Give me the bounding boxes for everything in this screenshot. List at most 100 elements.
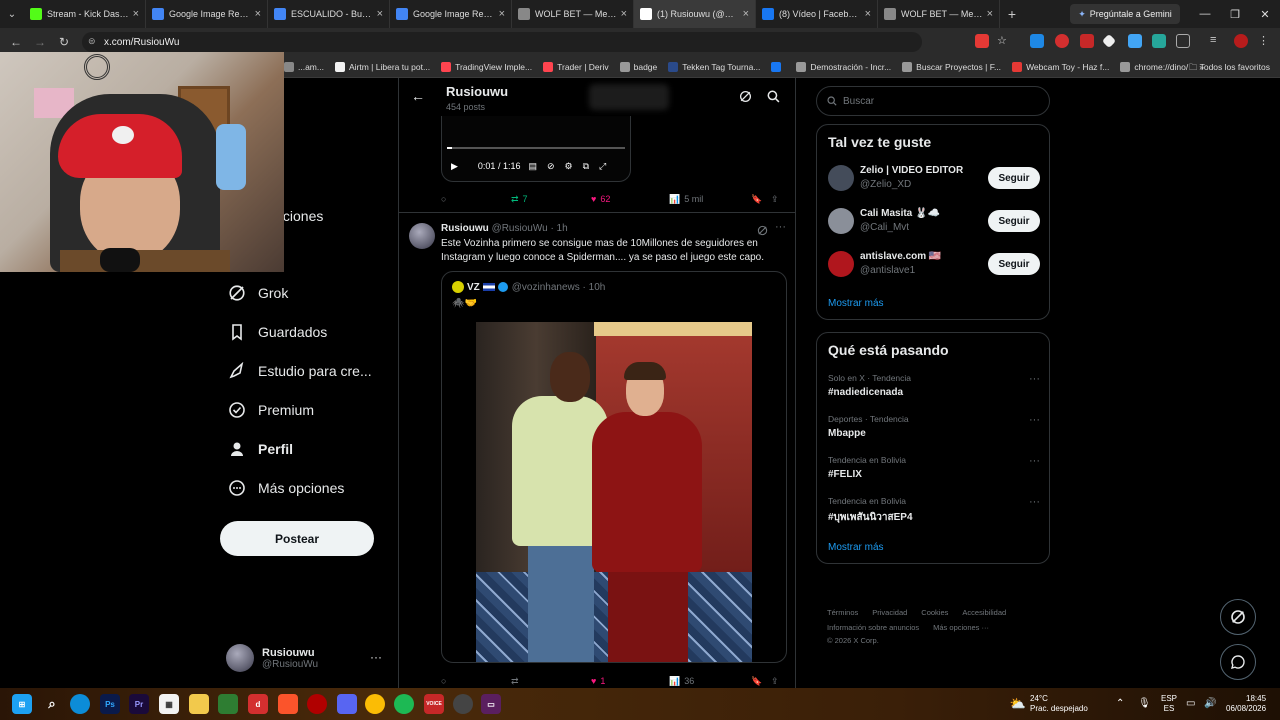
follow-button[interactable]: Seguir (988, 210, 1040, 232)
extension-icon[interactable] (1152, 34, 1166, 48)
nav-item[interactable]: Premium (220, 392, 314, 428)
voicemeeter-icon[interactable]: VOICE (424, 694, 444, 714)
footer-link[interactable]: Más opciones ··· (933, 623, 989, 632)
weather-widget[interactable]: 24°C Prac. despejado (1030, 688, 1088, 720)
back-button[interactable]: ← (4, 35, 28, 49)
quote-author-name[interactable]: VZ (467, 282, 480, 293)
browser-menu-icon[interactable]: ⋮ (1258, 34, 1272, 48)
more-icon[interactable]: ··· (370, 650, 382, 664)
author-handle[interactable]: @RusiouWu (492, 223, 548, 234)
browser-tab[interactable]: Google Image Result × (390, 0, 512, 28)
extension-icon[interactable] (1055, 34, 1069, 48)
nav-item[interactable]: Estudio para cre... (220, 353, 372, 389)
clock[interactable]: 18:45 06/08/2026 (1226, 688, 1266, 720)
trend-item[interactable]: Tendencia en Bolivia #FELIX ··· (828, 455, 1040, 489)
bookmark-item[interactable]: Demostración - Incr... (796, 61, 891, 72)
footer-link[interactable]: Accesibilidad (962, 608, 1006, 617)
settings-icon[interactable]: ⚙ (565, 161, 573, 172)
nav-item[interactable]: Grok (220, 275, 288, 311)
trend-item[interactable]: Deportes · Tendencia Mbappe ··· (828, 414, 1040, 448)
browser-tab[interactable]: (1) Rusiouwu (@Rusi × (634, 0, 756, 28)
search-input[interactable]: Buscar (816, 86, 1050, 116)
spotify-icon[interactable] (394, 694, 414, 714)
browser-tab[interactable]: ESCUALIDO - Buscar × (268, 0, 390, 28)
trend-item[interactable]: Solo en X · Tendencia #nadiedicenada ··· (828, 373, 1040, 407)
show-more-link[interactable]: Mostrar más (828, 542, 884, 553)
more-icon[interactable]: ··· (1029, 455, 1040, 467)
views-button[interactable]: 📊 5 mil (669, 194, 751, 205)
tweet-time[interactable]: · 1h (550, 223, 567, 234)
avatar[interactable] (828, 251, 854, 277)
discord-icon[interactable] (337, 694, 357, 714)
brave-icon[interactable] (278, 694, 298, 714)
windows-start-icon[interactable]: ⊞ (12, 694, 32, 714)
close-tab-icon[interactable]: × (621, 8, 627, 20)
close-tab-icon[interactable]: × (133, 8, 139, 20)
like-button[interactable]: ♥ 1 (591, 676, 669, 686)
views-button[interactable]: 📊 36 (669, 676, 751, 687)
chrome-icon[interactable] (365, 694, 385, 714)
nav-item[interactable]: Guardados (220, 314, 327, 350)
extension-icon[interactable] (1080, 34, 1094, 48)
all-bookmarks-folder[interactable]: 🗀 Todos los favoritos (1189, 62, 1270, 76)
suggestion-name[interactable]: antislave.com 🇺🇸 (860, 251, 941, 262)
nav-item[interactable]: Perfil (220, 431, 293, 467)
footer-link[interactable]: Información sobre anuncios (827, 623, 919, 632)
close-tab-icon[interactable]: × (499, 8, 505, 20)
bookmark-item[interactable]: Airtm | Libera tu pot... (334, 61, 430, 72)
avatar[interactable] (409, 223, 435, 249)
suggestion-name[interactable]: Zelio | VIDEO EDITOR (860, 165, 963, 176)
browser-tab[interactable]: WOLF BET — Mesa d × (512, 0, 634, 28)
taskbar-search-icon[interactable]: ⌕ (42, 694, 62, 714)
obs-icon[interactable] (453, 694, 473, 714)
more-icon[interactable]: ··· (775, 221, 786, 233)
close-tab-icon[interactable]: × (743, 8, 749, 20)
messages-fab-button[interactable] (1220, 644, 1256, 680)
post-button[interactable]: Postear (220, 521, 374, 556)
reply-button[interactable]: ○ (441, 194, 511, 204)
video-player[interactable]: ▶ 0:01 / 1:16 ▤ ⊘ ⚙ ⧉ ⤢ (441, 116, 631, 182)
bookmark-item[interactable] (771, 61, 785, 72)
follow-button[interactable]: Seguir (988, 167, 1040, 189)
quoted-tweet[interactable]: VZ @vozinhanews · 10h 🕷️🤝 (441, 271, 787, 663)
deriv-icon[interactable]: d (248, 694, 268, 714)
extension-icon[interactable] (1128, 34, 1142, 48)
no-autoplay-icon[interactable]: ⊘ (547, 161, 555, 172)
volume-icon[interactable]: 🔊 (1204, 688, 1216, 720)
tweet[interactable]: Rusiouwu @RusiouWu · 1h ··· Este Vozinha… (399, 213, 795, 688)
browser-tab[interactable]: (8) Vídeo | Facebook × (756, 0, 878, 28)
extensions-puzzle-icon[interactable] (1176, 34, 1190, 48)
profile-avatar-icon[interactable] (1234, 34, 1248, 48)
grok-fab-button[interactable] (1220, 599, 1256, 635)
tab-search-icon[interactable]: ⌄ (0, 0, 24, 28)
terminal-icon[interactable]: ▭ (481, 694, 501, 714)
browser-tab[interactable]: Google Image Result × (146, 0, 268, 28)
suggestion-name[interactable]: Cali Masita 🐰☁️ (860, 208, 940, 219)
browser-tab[interactable]: Stream - Kick Dashbo × (24, 0, 146, 28)
forward-button[interactable]: → (28, 35, 52, 49)
search-icon[interactable] (767, 90, 780, 108)
play-icon[interactable]: ▶ (451, 161, 458, 172)
minimize-button[interactable]: — (1190, 0, 1220, 28)
bookmark-icon[interactable]: 🔖 (751, 676, 771, 687)
language-indicator[interactable]: ESP ES (1161, 688, 1177, 720)
footer-link[interactable]: Privacidad (872, 608, 907, 617)
avatar[interactable] (828, 208, 854, 234)
photoshop-icon[interactable]: Ps (100, 694, 120, 714)
extension-icon[interactable] (1030, 34, 1044, 48)
close-tab-icon[interactable]: × (987, 8, 993, 20)
follow-suggestion[interactable]: Zelio | VIDEO EDITOR @Zelio_XD Seguir (828, 163, 1040, 195)
footer-link[interactable]: Cookies (921, 608, 948, 617)
trend-item[interactable]: Tendencia en Bolivia #บุพเพสันนิวาสEP4 ··· (828, 496, 1040, 530)
tab-list-icon[interactable]: ≡ (1210, 34, 1224, 48)
microphone-icon[interactable]: 🎙 (1138, 688, 1151, 720)
bookmark-item[interactable]: Buscar Proyectos | F... (902, 61, 1001, 72)
site-info-icon[interactable]: ⊜ (88, 36, 96, 47)
repost-button[interactable]: ⇄ 7 (511, 194, 591, 205)
close-tab-icon[interactable]: × (377, 8, 383, 20)
show-more-link[interactable]: Mostrar más (828, 298, 884, 309)
minecraft-icon[interactable] (218, 694, 238, 714)
bookmark-item[interactable]: ...am... (284, 61, 324, 72)
more-icon[interactable]: ··· (1029, 496, 1040, 508)
back-arrow-icon[interactable]: ← (411, 88, 425, 104)
